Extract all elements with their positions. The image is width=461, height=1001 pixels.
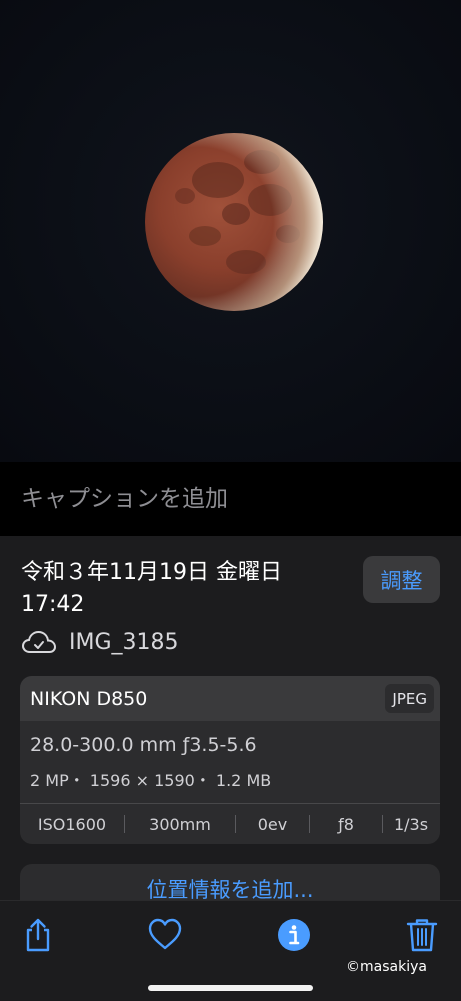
heart-icon[interactable] xyxy=(148,917,182,953)
share-icon[interactable] xyxy=(21,917,55,953)
lens-info: 28.0-300.0 mm ƒ3.5-5.6 xyxy=(30,734,257,756)
file-row: IMG_3185 xyxy=(21,626,179,658)
adjust-button[interactable]: 調整 xyxy=(363,556,440,603)
exif-header: NIKON D850 JPEG xyxy=(20,676,440,721)
file-name: IMG_3185 xyxy=(69,629,179,655)
focal-length-value: 300mm xyxy=(149,814,211,834)
aperture-value: ƒ8 xyxy=(338,814,354,834)
exposure-comp-value: 0ev xyxy=(257,814,288,834)
home-indicator xyxy=(148,985,313,991)
format-badge: JPEG xyxy=(385,684,434,713)
info-icon[interactable] xyxy=(277,917,311,953)
watermark: ©masakiya xyxy=(346,959,427,975)
image-specs: 2 MP・ 1596 × 1590・ 1.2 MB xyxy=(30,771,272,790)
exif-settings-row: ISO1600 300mm 0ev ƒ8 1/3s xyxy=(20,804,440,844)
iso-value: ISO1600 xyxy=(37,814,107,834)
shutter-speed-value: 1/3s xyxy=(393,814,429,834)
caption-bar xyxy=(0,462,461,536)
exif-card: NIKON D850 JPEG 28.0-300.0 mm ƒ3.5-5.6 2… xyxy=(20,676,440,844)
capture-date: 令和３年11月19日 金曜日 xyxy=(21,560,282,585)
caption-input[interactable] xyxy=(21,486,441,512)
camera-model: NIKON D850 xyxy=(30,687,148,710)
trash-icon[interactable] xyxy=(405,917,439,953)
photo-view[interactable] xyxy=(0,0,461,462)
moon-eclipse-image xyxy=(145,133,323,311)
capture-time: 17:42 xyxy=(21,592,85,617)
icloud-icon xyxy=(21,630,57,653)
